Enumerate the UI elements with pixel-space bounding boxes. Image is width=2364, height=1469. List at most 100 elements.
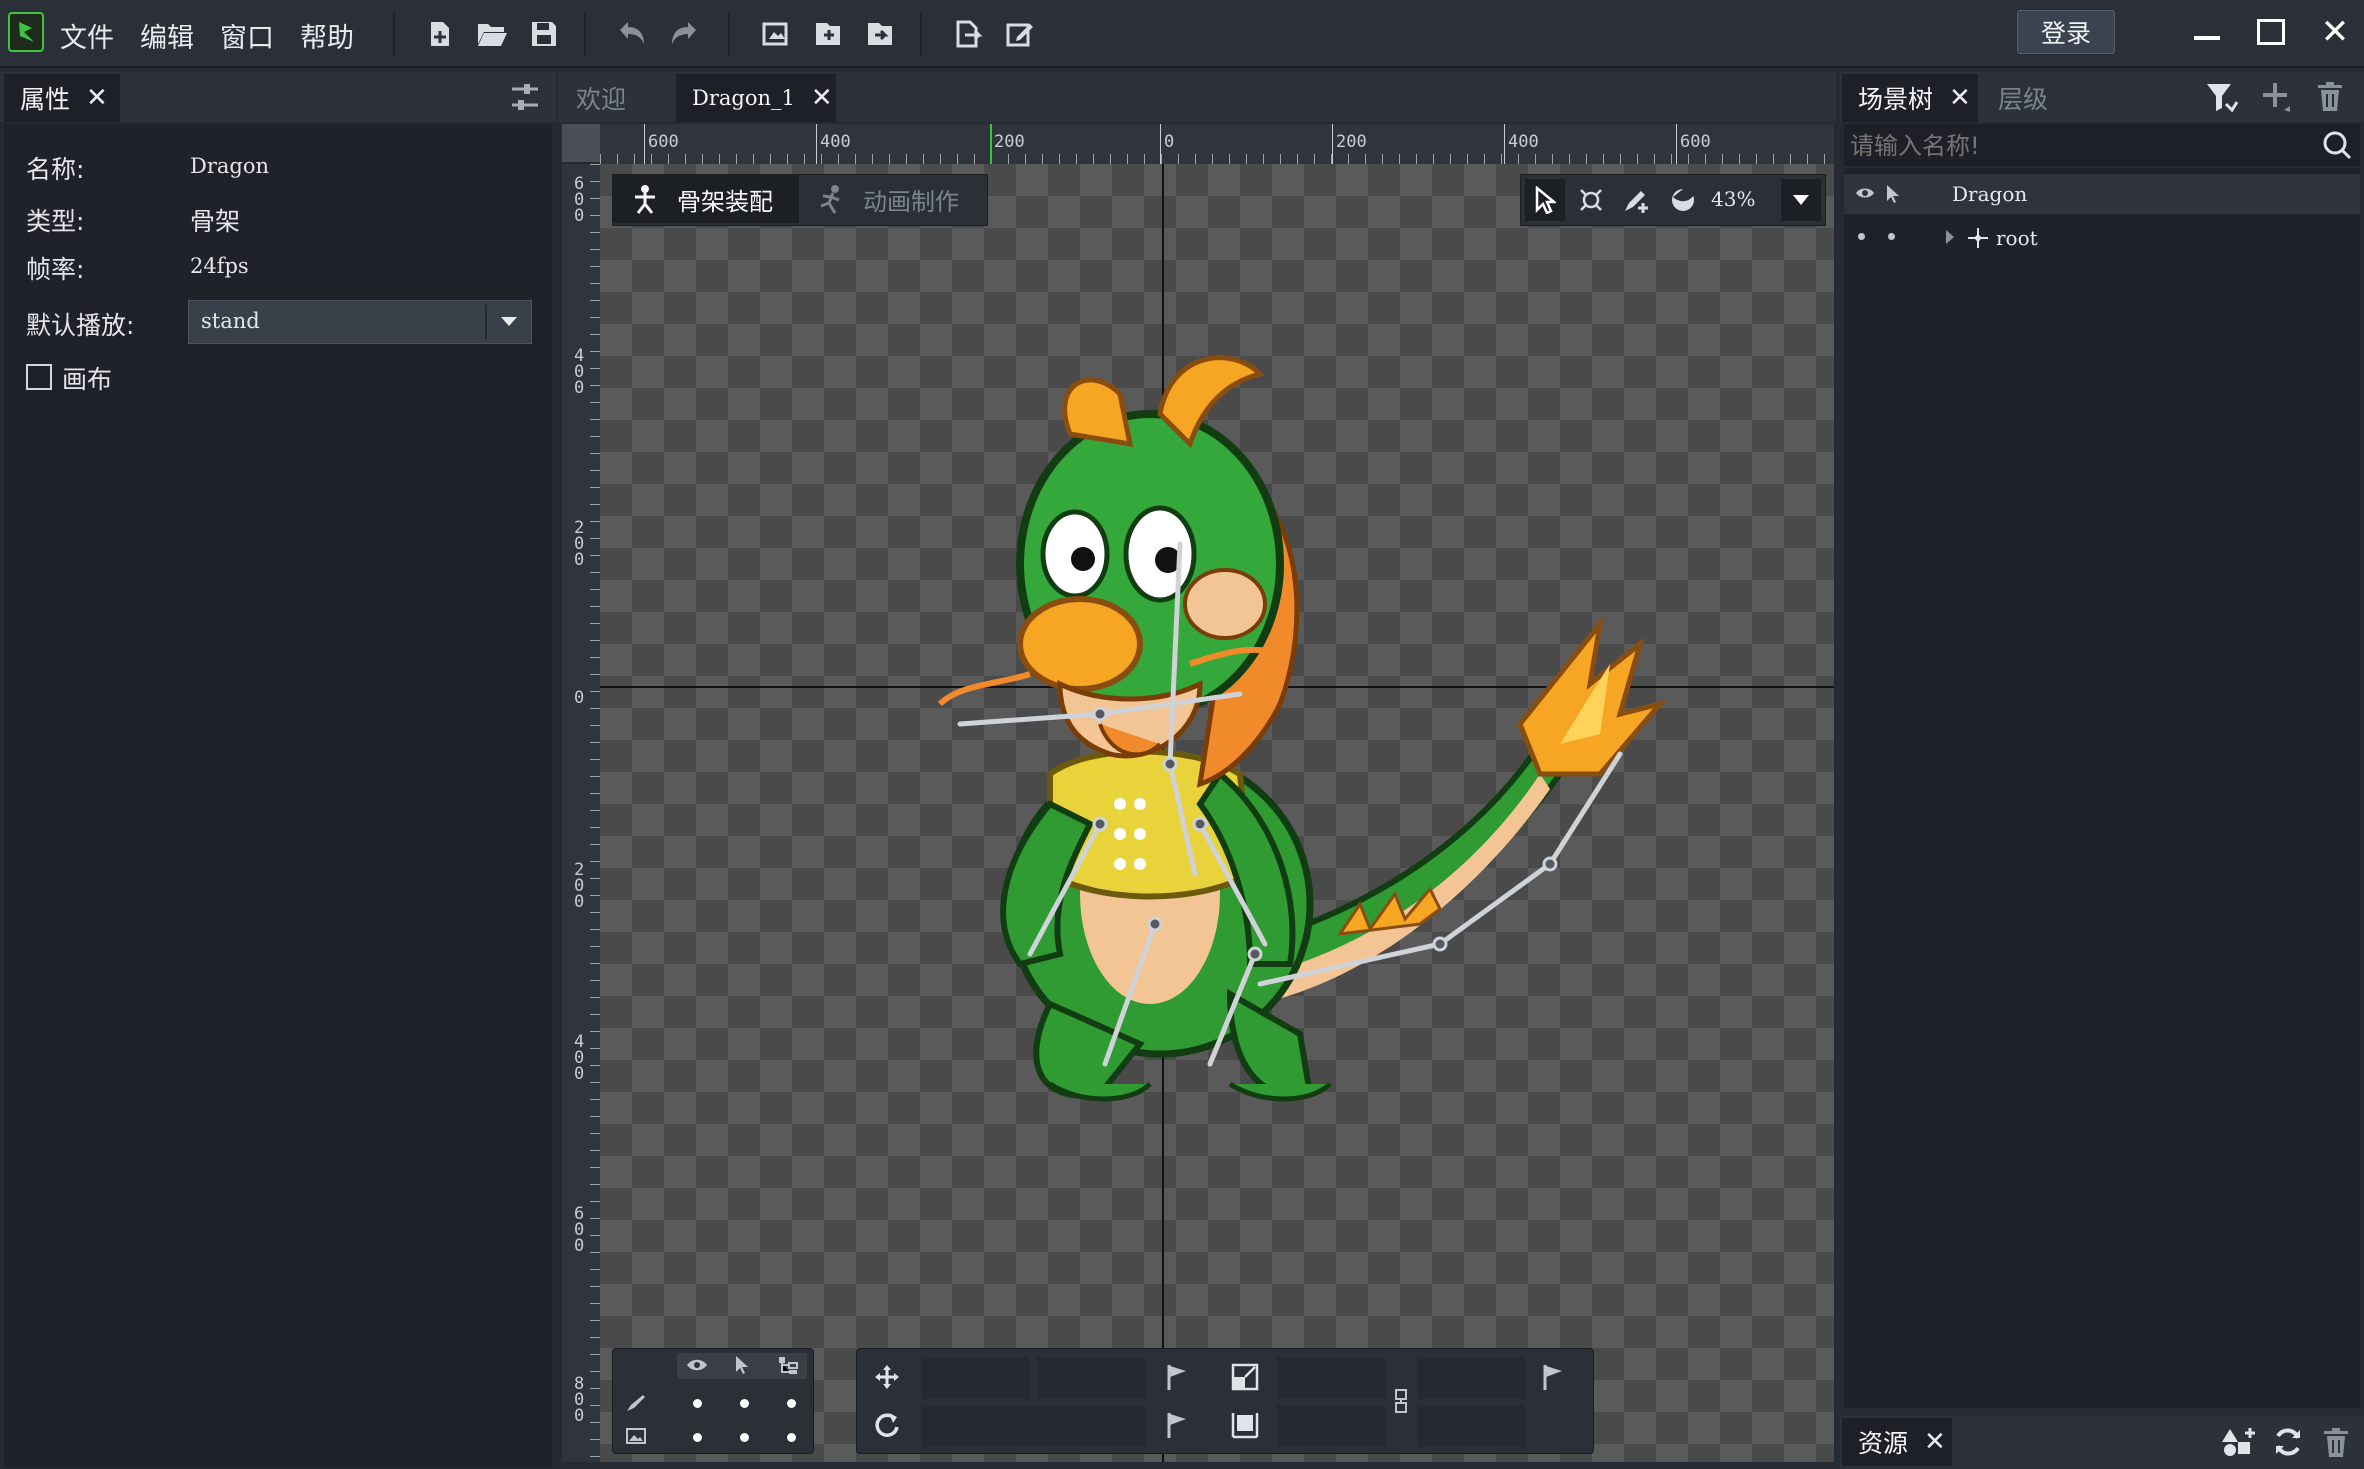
- canvas-checkbox[interactable]: [26, 364, 52, 390]
- tab-layers[interactable]: 层级: [1982, 74, 2092, 122]
- visibility-dot[interactable]: [1858, 233, 1865, 240]
- default-play-select[interactable]: stand: [188, 300, 532, 344]
- rotate-icon[interactable]: [873, 1411, 901, 1443]
- dragon-character[interactable]: [900, 304, 1680, 1124]
- delete-icon[interactable]: [2316, 82, 2344, 116]
- scale-y-field[interactable]: [1417, 1357, 1525, 1399]
- scene-search-box: [1844, 124, 2360, 168]
- scale-x-field[interactable]: [1277, 1357, 1385, 1399]
- mode-anim-button[interactable]: 动画制作: [799, 175, 985, 223]
- close-icon[interactable]: ✕: [1924, 1427, 1946, 1457]
- image-visibility-dot[interactable]: [693, 1433, 702, 1442]
- cursor-icon[interactable]: [733, 1355, 751, 1379]
- select-cursor-icon[interactable]: [1525, 179, 1565, 221]
- skew-y-field[interactable]: [1417, 1405, 1525, 1447]
- ruler-marker: [990, 124, 992, 164]
- close-icon[interactable]: ✕: [1949, 83, 1971, 113]
- skin-toggle-icon[interactable]: [1663, 179, 1703, 221]
- hierarchy-icon[interactable]: [777, 1355, 799, 1379]
- tree-node-root: root: [1996, 226, 2038, 250]
- keyframe-flag-icon[interactable]: [1165, 1411, 1189, 1443]
- ruler-ticks: [600, 154, 1834, 164]
- close-icon[interactable]: ✕: [811, 83, 833, 113]
- maximize-icon[interactable]: [2246, 8, 2296, 56]
- chevron-right-icon[interactable]: [1944, 228, 1956, 250]
- login-button[interactable]: 登录: [2017, 10, 2115, 54]
- bone-hierarchy-dot[interactable]: [787, 1399, 796, 1408]
- skew-icon[interactable]: [1231, 1411, 1259, 1443]
- delete-icon[interactable]: [2322, 1428, 2350, 1462]
- refresh-icon[interactable]: [2272, 1426, 2304, 1462]
- export-file-icon[interactable]: [948, 14, 988, 54]
- ruler-left-label: 600: [574, 174, 585, 226]
- canvas-viewport[interactable]: 骨架装配 动画制作 43%: [600, 164, 1834, 1462]
- link-scale-icon[interactable]: [1391, 1387, 1411, 1419]
- tree-row-root[interactable]: root: [1844, 218, 2360, 258]
- mode-rig-label: 骨架装配: [677, 187, 773, 216]
- save-icon[interactable]: [524, 14, 564, 54]
- selectable-dot[interactable]: [1888, 233, 1895, 240]
- bone-select-icon[interactable]: [1571, 179, 1611, 221]
- export-folder-icon[interactable]: [860, 14, 900, 54]
- ruler-major: [1160, 124, 1161, 164]
- ruler-left-label: 600: [574, 1204, 585, 1256]
- bone-brush-icon[interactable]: [625, 1393, 647, 1417]
- new-file-icon[interactable]: [420, 14, 460, 54]
- image-icon[interactable]: [625, 1427, 647, 1449]
- scene-search-input[interactable]: [1844, 124, 2312, 168]
- undo-icon[interactable]: [612, 14, 652, 54]
- import-image-icon[interactable]: [756, 14, 796, 54]
- move-icon[interactable]: [873, 1363, 901, 1395]
- tab-scene-tree[interactable]: 场景树 ✕: [1842, 74, 1978, 122]
- rotation-field[interactable]: [921, 1405, 1145, 1447]
- zoom-dropdown-icon[interactable]: [1781, 179, 1821, 221]
- image-hierarchy-dot[interactable]: [787, 1433, 796, 1442]
- add-node-icon[interactable]: [2260, 80, 2294, 118]
- open-folder-icon[interactable]: [472, 14, 512, 54]
- bone-visibility-dot[interactable]: [693, 1399, 702, 1408]
- skew-field[interactable]: [1277, 1405, 1385, 1447]
- keyframe-flag-icon[interactable]: [1165, 1363, 1189, 1395]
- menu-edit[interactable]: 编辑: [140, 16, 194, 55]
- redo-icon[interactable]: [664, 14, 704, 54]
- image-selectable-dot[interactable]: [740, 1433, 749, 1442]
- scale-icon[interactable]: [1231, 1363, 1259, 1395]
- close-icon[interactable]: ✕: [86, 83, 108, 113]
- eye-icon[interactable]: [685, 1355, 709, 1379]
- position-y-field[interactable]: [1037, 1357, 1145, 1399]
- add-bone-brush-icon[interactable]: [1617, 179, 1657, 221]
- menu-help[interactable]: 帮助: [300, 16, 354, 55]
- filter-icon[interactable]: [2204, 80, 2239, 118]
- import-folder-icon[interactable]: [808, 14, 848, 54]
- menu-file[interactable]: 文件: [60, 16, 114, 55]
- ruler-major: [816, 124, 817, 164]
- keyframe-flag-icon[interactable]: [1541, 1363, 1565, 1395]
- panel-settings-icon[interactable]: [508, 80, 544, 116]
- view-toolbar: 43%: [1520, 174, 1826, 226]
- edit-icon[interactable]: [1000, 14, 1040, 54]
- tab-welcome[interactable]: 欢迎: [560, 74, 672, 122]
- scene-tree-panel: 场景树 ✕ 层级 Dragon root: [1840, 68, 2364, 1412]
- title-bar: 文件 编辑 窗口 帮助 登录 ✕: [0, 0, 2364, 68]
- close-window-icon[interactable]: ✕: [2310, 8, 2360, 56]
- chevron-down-icon[interactable]: [497, 309, 521, 333]
- tab-properties[interactable]: 属性 ✕: [4, 74, 120, 122]
- cursor-icon[interactable]: [1884, 184, 1900, 208]
- add-asset-icon[interactable]: [2222, 1426, 2256, 1464]
- bone-selectable-dot[interactable]: [740, 1399, 749, 1408]
- bone-node-icon: [1966, 226, 1990, 254]
- ruler-top-label: 0: [1164, 132, 1175, 152]
- type-label: 类型:: [26, 207, 85, 236]
- tab-assets[interactable]: 资源 ✕: [1842, 1418, 1952, 1466]
- position-x-field[interactable]: [921, 1357, 1029, 1399]
- canvas-label: 画布: [62, 365, 113, 394]
- menu-window[interactable]: 窗口: [220, 16, 274, 55]
- eye-icon[interactable]: [1854, 184, 1876, 206]
- tab-dragon[interactable]: Dragon_1 ✕: [676, 74, 836, 122]
- transform-panel: [856, 1348, 1594, 1454]
- tree-row-dragon[interactable]: Dragon: [1844, 174, 2360, 214]
- mode-rig-button[interactable]: 骨架装配: [613, 175, 799, 223]
- ruler-left-label: 400: [574, 1032, 585, 1084]
- minimize-icon[interactable]: [2182, 8, 2232, 56]
- search-icon[interactable]: [2322, 130, 2352, 164]
